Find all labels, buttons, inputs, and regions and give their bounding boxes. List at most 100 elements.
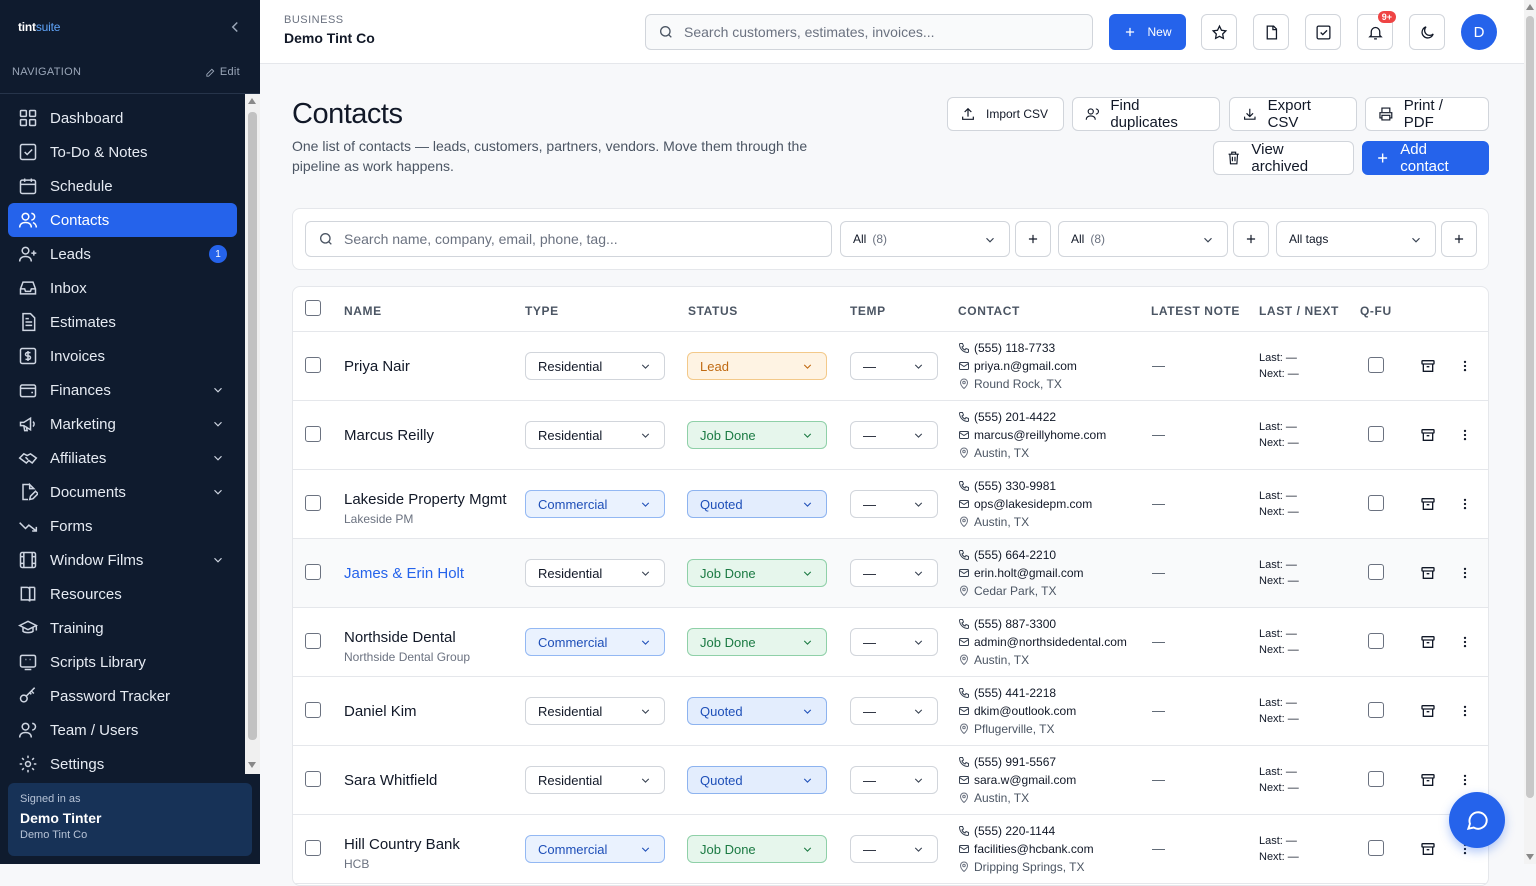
table-row[interactable]: Marcus Reilly Residential Job Done — (555) 2… (293, 401, 1488, 470)
more-actions-icon[interactable] (1458, 496, 1472, 512)
contact-phone[interactable]: (555) 441-2218 (958, 686, 1056, 700)
add-status-button[interactable] (1233, 221, 1269, 257)
collapse-sidebar-icon[interactable] (226, 18, 244, 36)
more-actions-icon[interactable] (1458, 634, 1472, 650)
type-filter-select[interactable]: All (8) (840, 221, 1010, 257)
contact-name[interactable]: Lakeside Property Mgmt (344, 491, 507, 508)
contact-name[interactable]: James & Erin Holt (344, 565, 464, 582)
column-header-status[interactable]: STATUS (688, 304, 738, 318)
quick-follow-up-checkbox[interactable] (1368, 495, 1384, 511)
find-duplicates-button[interactable]: Find duplicates (1072, 97, 1220, 131)
more-actions-icon[interactable] (1458, 772, 1472, 788)
sidebar-item-team-users[interactable]: Team / Users (8, 713, 237, 747)
status-select[interactable]: Quoted (687, 697, 827, 725)
status-select[interactable]: Lead (687, 352, 827, 380)
archive-icon[interactable] (1420, 358, 1436, 374)
sidebar-item-dashboard[interactable]: Dashboard (8, 101, 237, 135)
sidebar-item-forms[interactable]: Forms (8, 509, 237, 543)
sidebar-item-schedule[interactable]: Schedule (8, 169, 237, 203)
sidebar-item-marketing[interactable]: Marketing (8, 407, 237, 441)
select-all-checkbox[interactable] (305, 300, 321, 316)
signed-in-card[interactable]: Signed in as Demo Tinter Demo Tint Co (8, 783, 252, 856)
sidebar-item-scripts-library[interactable]: Scripts Library (8, 645, 237, 679)
quick-follow-up-checkbox[interactable] (1368, 357, 1384, 373)
column-header-name[interactable]: NAME (344, 304, 382, 318)
global-search[interactable] (645, 14, 1093, 50)
favorites-button[interactable] (1201, 14, 1237, 50)
contact-search[interactable] (305, 221, 832, 257)
contact-phone[interactable]: (555) 991-5567 (958, 755, 1056, 769)
business-name[interactable]: Demo Tint Co (284, 30, 375, 46)
add-tag-button[interactable] (1441, 221, 1477, 257)
column-header-last-next[interactable]: LAST / NEXT (1259, 304, 1339, 318)
contact-email[interactable]: dkim@outlook.com (958, 704, 1076, 718)
sidebar-item-affiliates[interactable]: Affiliates (8, 441, 237, 475)
column-header-qfu[interactable]: Q-FU (1360, 304, 1392, 318)
table-row[interactable]: Lakeside Property Mgmt Lakeside PM Commerc… (293, 470, 1488, 539)
sidebar-item-contacts[interactable]: Contacts (8, 203, 237, 237)
status-select[interactable]: Job Done (687, 559, 827, 587)
contact-email[interactable]: marcus@reillyhome.com (958, 428, 1106, 442)
theme-toggle-button[interactable] (1409, 14, 1445, 50)
new-button[interactable]: New (1109, 14, 1186, 50)
table-row[interactable]: James & Erin Holt Residential Job Done — (55… (293, 539, 1488, 608)
archive-icon[interactable] (1420, 634, 1436, 650)
quick-follow-up-checkbox[interactable] (1368, 702, 1384, 718)
quick-follow-up-checkbox[interactable] (1368, 840, 1384, 856)
contact-email[interactable]: erin.holt@gmail.com (958, 566, 1084, 580)
archive-icon[interactable] (1420, 496, 1436, 512)
temp-select[interactable]: — (850, 766, 938, 794)
archive-icon[interactable] (1420, 841, 1436, 857)
row-checkbox[interactable] (305, 840, 321, 856)
view-archived-button[interactable]: View archived (1213, 141, 1354, 175)
row-checkbox[interactable] (305, 702, 321, 718)
column-header-latest-note[interactable]: LATEST NOTE (1151, 304, 1240, 318)
quick-follow-up-checkbox[interactable] (1368, 564, 1384, 580)
print-pdf-button[interactable]: Print / PDF (1365, 97, 1489, 131)
page-scrollbar[interactable] (1524, 0, 1536, 864)
type-select[interactable]: Residential (525, 421, 665, 449)
sidebar-item-settings[interactable]: Settings (8, 747, 237, 781)
sidebar-scrollbar[interactable] (245, 94, 260, 774)
type-select[interactable]: Commercial (525, 835, 665, 863)
status-filter-select[interactable]: All (8) (1058, 221, 1228, 257)
row-checkbox[interactable] (305, 564, 321, 580)
sidebar-item-finances[interactable]: Finances (8, 373, 237, 407)
contact-phone[interactable]: (555) 118-7733 (958, 341, 1055, 355)
tags-filter-select[interactable]: All tags (1276, 221, 1436, 257)
contact-phone[interactable]: (555) 220-1144 (958, 824, 1055, 838)
column-header-contact[interactable]: CONTACT (958, 304, 1020, 318)
contact-search-input[interactable] (344, 231, 814, 247)
contact-email[interactable]: facilities@hcbank.com (958, 842, 1094, 856)
add-contact-button[interactable]: Add contact (1362, 141, 1489, 175)
export-csv-button[interactable]: Export CSV (1229, 97, 1357, 131)
contact-name[interactable]: Daniel Kim (344, 703, 417, 720)
temp-select[interactable]: — (850, 421, 938, 449)
archive-icon[interactable] (1420, 565, 1436, 581)
contact-name[interactable]: Hill Country Bank (344, 836, 460, 853)
documents-button[interactable] (1253, 14, 1289, 50)
app-logo[interactable]: tintsuite (18, 20, 60, 34)
quick-follow-up-checkbox[interactable] (1368, 426, 1384, 442)
temp-select[interactable]: — (850, 697, 938, 725)
contact-name[interactable]: Sara Whitfield (344, 772, 437, 789)
contact-phone[interactable]: (555) 201-4422 (958, 410, 1056, 424)
sidebar-item-password-tracker[interactable]: Password Tracker (8, 679, 237, 713)
chevron-down-icon[interactable] (211, 451, 225, 465)
status-select[interactable]: Job Done (687, 421, 827, 449)
archive-icon[interactable] (1420, 772, 1436, 788)
tasks-button[interactable] (1305, 14, 1341, 50)
contact-phone[interactable]: (555) 330-9981 (958, 479, 1056, 493)
temp-select[interactable]: — (850, 352, 938, 380)
contact-name[interactable]: Northside Dental (344, 629, 456, 646)
table-row[interactable]: Priya Nair Residential Lead — (555) 118-7733… (293, 332, 1488, 401)
quick-follow-up-checkbox[interactable] (1368, 633, 1384, 649)
chevron-down-icon[interactable] (211, 417, 225, 431)
contact-name[interactable]: Marcus Reilly (344, 427, 434, 444)
sidebar-item-todo[interactable]: To-Do & Notes (8, 135, 237, 169)
sidebar-item-training[interactable]: Training (8, 611, 237, 645)
table-row[interactable]: Hill Country Bank HCB Commercial Job Done — (… (293, 815, 1488, 884)
notifications-button[interactable]: 9+ (1357, 11, 1396, 50)
chevron-down-icon[interactable] (211, 383, 225, 397)
more-actions-icon[interactable] (1458, 358, 1472, 374)
